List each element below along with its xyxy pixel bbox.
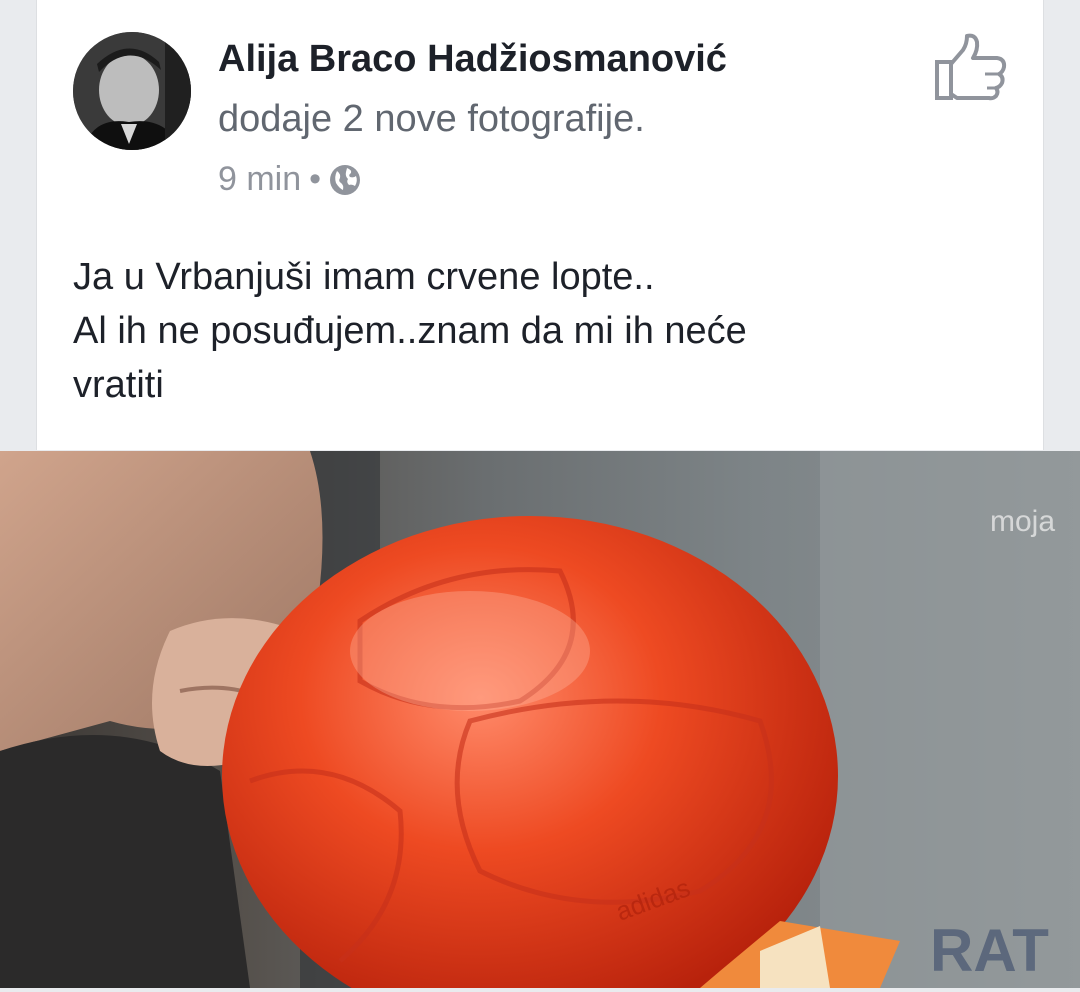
post-card: Alija Braco Hadžiosmanović dodaje 2 nove… bbox=[36, 0, 1044, 450]
meta-separator: • bbox=[309, 160, 322, 198]
globe-icon[interactable] bbox=[329, 164, 361, 196]
post-time[interactable]: 9 min bbox=[218, 160, 301, 199]
post-photo[interactable]: moja adidas RAT bbox=[0, 451, 1080, 988]
avatar-photo bbox=[73, 32, 191, 150]
post-text-line: Al ih ne posuđujem..znam da mi ih neće bbox=[73, 310, 747, 352]
post-text: Ja u Vrbanjuši imam crvene lopte.. Al ih… bbox=[73, 250, 1003, 412]
post-action: dodaje 2 nove fotografije. bbox=[218, 98, 645, 140]
photo-corner-text: RAT bbox=[930, 917, 1049, 984]
thumbs-up-icon[interactable] bbox=[933, 32, 1009, 104]
photo-illustration: moja adidas RAT bbox=[0, 451, 1080, 988]
avatar[interactable] bbox=[73, 32, 191, 150]
post-text-line: Ja u Vrbanjuši imam crvene lopte.. bbox=[73, 256, 655, 298]
photo-watermark: moja bbox=[990, 505, 1055, 538]
divider bbox=[0, 988, 1080, 992]
post-meta: 9 min • bbox=[218, 160, 361, 199]
post-text-line: vratiti bbox=[73, 364, 164, 406]
author-name[interactable]: Alija Braco Hadžiosmanović bbox=[218, 38, 727, 81]
